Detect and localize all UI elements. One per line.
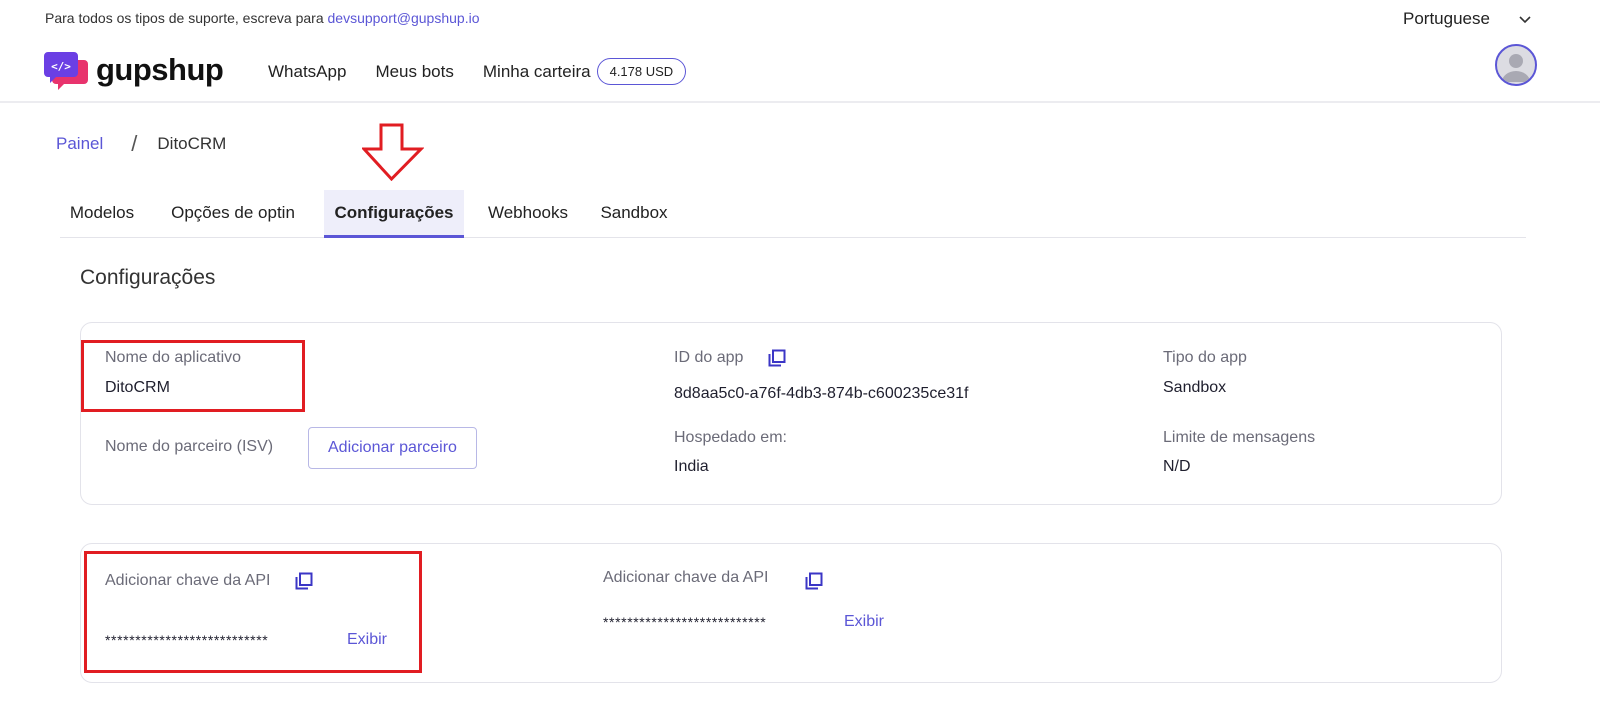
header-divider [0,101,1600,103]
tab-settings[interactable]: Configurações [324,190,464,238]
gupshup-logo[interactable]: </> gupshup [44,50,224,90]
breadcrumb-current: DitoCRM [157,134,227,153]
main-nav: WhatsApp Meus bots Minha carteira 4.178 … [268,58,687,85]
breadcrumb-dashboard-link[interactable]: Painel [56,134,103,154]
app-type-label: Tipo do app [1163,349,1247,366]
app-id-value: 8d8aa5c0-a76f-4db3-874b-c600235ce31f [674,385,969,402]
tab-optin-options[interactable]: Opções de optin [164,190,302,238]
api-key-masked: *************************** [603,614,767,630]
hosted-label: Hospedado em: [674,429,787,446]
user-silhouette-icon [1502,54,1530,82]
brand-name: gupshup [96,52,224,87]
partner-label: Nome do parceiro (ISV) [105,438,274,455]
tab-sandbox[interactable]: Sandbox [598,190,670,238]
message-limit-value: N/D [1163,458,1191,475]
app-type-value: Sandbox [1163,379,1227,396]
section-title: Configurações [80,266,216,289]
add-partner-button[interactable]: Adicionar parceiro [308,427,477,469]
hosted-value: India [674,458,709,475]
red-arrow-down-icon [362,123,424,181]
api-key-label: Adicionar chave da API [603,569,769,586]
tab-webhooks[interactable]: Webhooks [482,190,574,238]
tab-bar: Modelos Opções de optin Configurações We… [60,190,1526,238]
message-limit-label: Limite de mensagens [1163,429,1316,446]
breadcrumb: Painel / DitoCRM [56,131,226,157]
copy-app-id-icon[interactable] [768,349,786,367]
highlight-api-key-box [84,551,422,673]
breadcrumb-separator: / [131,131,138,156]
chevron-down-icon[interactable] [1518,12,1532,26]
wallet-balance-badge[interactable]: 4.178 USD [596,58,687,85]
svg-text:</>: </> [51,60,71,73]
show-api-key-link[interactable]: Exibir [844,613,884,631]
gupshup-logo-icon: </> [44,52,88,90]
nav-whatsapp[interactable]: WhatsApp [268,62,346,82]
support-text: Para todos os tipos de suporte, escreva … [45,10,324,26]
copy-api-key-icon[interactable] [805,572,823,590]
support-notice: Para todos os tipos de suporte, escreva … [45,10,479,26]
nav-wallet[interactable]: Minha carteira [483,62,591,82]
nav-my-bots[interactable]: Meus bots [375,62,453,82]
highlight-app-name-box [81,340,305,412]
language-select[interactable]: Portuguese [1403,9,1490,29]
app-id-label: ID do app [674,349,744,366]
support-email-link[interactable]: devsupport@gupshup.io [328,10,480,26]
tab-models[interactable]: Modelos [60,190,144,238]
user-avatar[interactable] [1495,44,1537,86]
